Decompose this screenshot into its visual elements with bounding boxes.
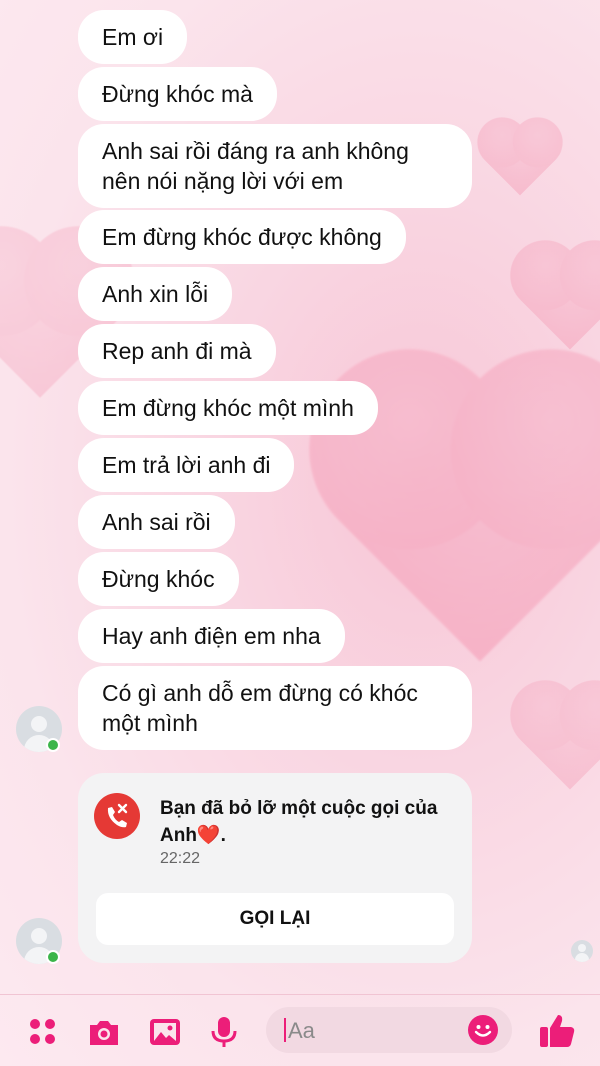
missed-call-icon bbox=[94, 793, 140, 839]
camera-icon[interactable] bbox=[87, 1015, 121, 1049]
composer-bar: Aa bbox=[0, 994, 600, 1066]
emoji-icon[interactable] bbox=[468, 1015, 498, 1045]
menu-dots-icon[interactable] bbox=[26, 1015, 60, 1049]
message-input[interactable]: Aa bbox=[266, 1007, 512, 1053]
missed-call-card: Bạn đã bỏ lỡ một cuộc gọi của Anh❤️. 22:… bbox=[78, 773, 472, 963]
message-bubble[interactable]: Em ơi bbox=[78, 10, 188, 64]
call-time: 22:22 bbox=[160, 850, 201, 867]
message-bubble[interactable]: Đừng khóc bbox=[78, 552, 239, 606]
message-bubble[interactable]: Em trả lời anh đi bbox=[78, 438, 295, 492]
online-indicator bbox=[46, 738, 60, 752]
message-text: Em trả lời anh đi bbox=[102, 452, 271, 478]
background-heart bbox=[520, 690, 600, 790]
text-cursor bbox=[284, 1018, 286, 1042]
message-text: Có gì anh dỗ em đừng có khóc một mình bbox=[102, 680, 418, 736]
message-text: Rep anh đi mà bbox=[102, 338, 252, 364]
message-bubble[interactable]: Anh sai rồi bbox=[78, 495, 235, 549]
message-bubble[interactable]: Đừng khóc mà bbox=[78, 67, 277, 121]
seen-indicator-avatar bbox=[571, 940, 593, 962]
message-text: Em đừng khóc được không bbox=[102, 224, 382, 250]
microphone-icon[interactable] bbox=[207, 1015, 241, 1049]
message-text: Anh xin lỗi bbox=[102, 281, 209, 307]
online-indicator bbox=[46, 950, 60, 964]
message-bubble[interactable]: Anh xin lỗi bbox=[78, 267, 233, 321]
message-text: Anh sai rồi đáng ra anh không nên nói nặ… bbox=[102, 138, 409, 194]
thumbs-up-icon[interactable] bbox=[538, 1011, 576, 1049]
background-heart bbox=[338, 378, 600, 662]
message-text: Anh sai rồi bbox=[102, 509, 211, 535]
message-text: Em đừng khóc một mình bbox=[102, 395, 354, 421]
background-heart bbox=[484, 124, 556, 196]
background-heart bbox=[520, 250, 600, 350]
message-input-placeholder: Aa bbox=[288, 1018, 315, 1043]
message-bubble[interactable]: Rep anh đi mà bbox=[78, 324, 276, 378]
message-text: Đừng khóc mà bbox=[102, 81, 253, 107]
message-text: Hay anh điện em nha bbox=[102, 623, 321, 649]
message-bubble[interactable]: Anh sai rồi đáng ra anh không nên nói nặ… bbox=[78, 124, 472, 208]
message-text: Em ơi bbox=[102, 24, 164, 50]
message-text: Đừng khóc bbox=[102, 566, 215, 592]
message-bubble[interactable]: Em đừng khóc được không bbox=[78, 210, 406, 264]
message-bubble[interactable]: Em đừng khóc một mình bbox=[78, 381, 378, 435]
missed-call-text: Bạn đã bỏ lỡ một cuộc gọi của Anh❤️. bbox=[160, 798, 438, 846]
call-back-button[interactable]: GỌI LẠI bbox=[96, 893, 454, 945]
message-bubble[interactable]: Có gì anh dỗ em đừng có khóc một mình bbox=[78, 666, 472, 750]
message-bubble[interactable]: Hay anh điện em nha bbox=[78, 609, 345, 663]
gallery-icon[interactable] bbox=[148, 1015, 182, 1049]
